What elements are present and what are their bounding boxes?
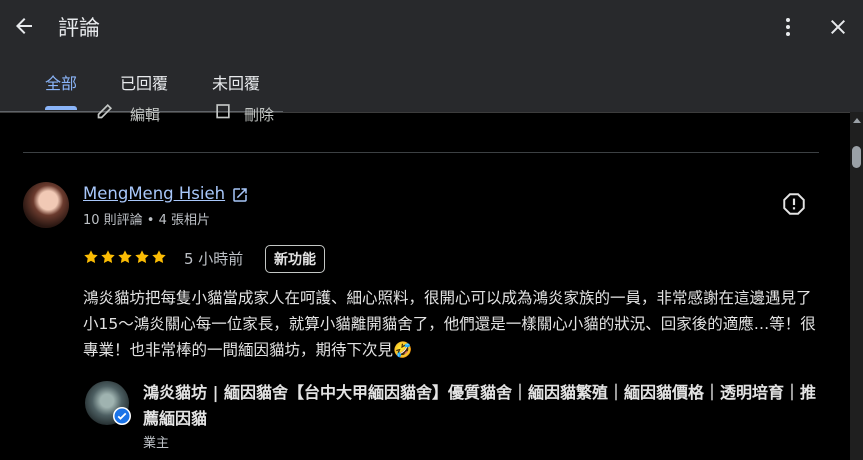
star-rating — [83, 249, 167, 265]
review-text: 鴻炎貓坊把每隻小貓當成家人在呵護、細心照料，很開心可以成為鴻炎家族的一員，非常感… — [83, 289, 816, 359]
open-in-new-icon[interactable] — [231, 186, 249, 204]
scroll-up-arrow-icon[interactable] — [853, 118, 861, 123]
reviewer-meta: 10 則評論 • 4 張相片 — [83, 213, 211, 228]
more-vert-icon — [786, 18, 790, 36]
star-icon — [152, 250, 166, 263]
more-options-button[interactable] — [776, 12, 800, 42]
report-icon — [783, 193, 805, 215]
new-feature-badge: 新功能 — [265, 245, 325, 273]
report-button[interactable] — [781, 191, 807, 217]
owner-role: 業主 — [143, 436, 170, 451]
arrow-left-icon — [16, 18, 32, 34]
delete-button[interactable]: 刪除 — [244, 104, 274, 125]
owner-name: 鴻炎貓坊 | 緬因貓舍【台中大甲緬因貓舍】優質貓舍｜緬因貓繁殖｜緬因貓價格｜透明… — [143, 383, 816, 428]
tab-active-indicator — [45, 106, 77, 110]
trash-icon[interactable] — [213, 100, 233, 120]
divider — [23, 152, 819, 153]
star-icon — [84, 250, 98, 263]
edit-button[interactable]: 編輯 — [130, 104, 160, 125]
reviews-panel: 評論 全部 已回覆 未回覆 編輯 刪除 MengMeng Hsieh 10 則評… — [0, 0, 863, 460]
back-button[interactable] — [10, 11, 38, 41]
verified-badge-icon — [113, 407, 131, 425]
header: 評論 全部 已回覆 未回覆 — [0, 0, 863, 113]
reviewer-name-link[interactable]: MengMeng Hsieh — [83, 184, 225, 203]
reviewer-avatar[interactable] — [23, 182, 69, 228]
edit-icon[interactable] — [96, 100, 116, 120]
star-icon — [135, 250, 149, 263]
scrollbar-thumb[interactable] — [852, 146, 861, 168]
star-icon — [118, 250, 132, 263]
close-button[interactable] — [824, 12, 852, 42]
star-icon — [101, 250, 115, 263]
close-icon — [831, 20, 845, 34]
review-time: 5 小時前 — [184, 250, 244, 268]
page-title: 評論 — [58, 16, 100, 40]
tab-all[interactable]: 全部 — [36, 62, 86, 112]
